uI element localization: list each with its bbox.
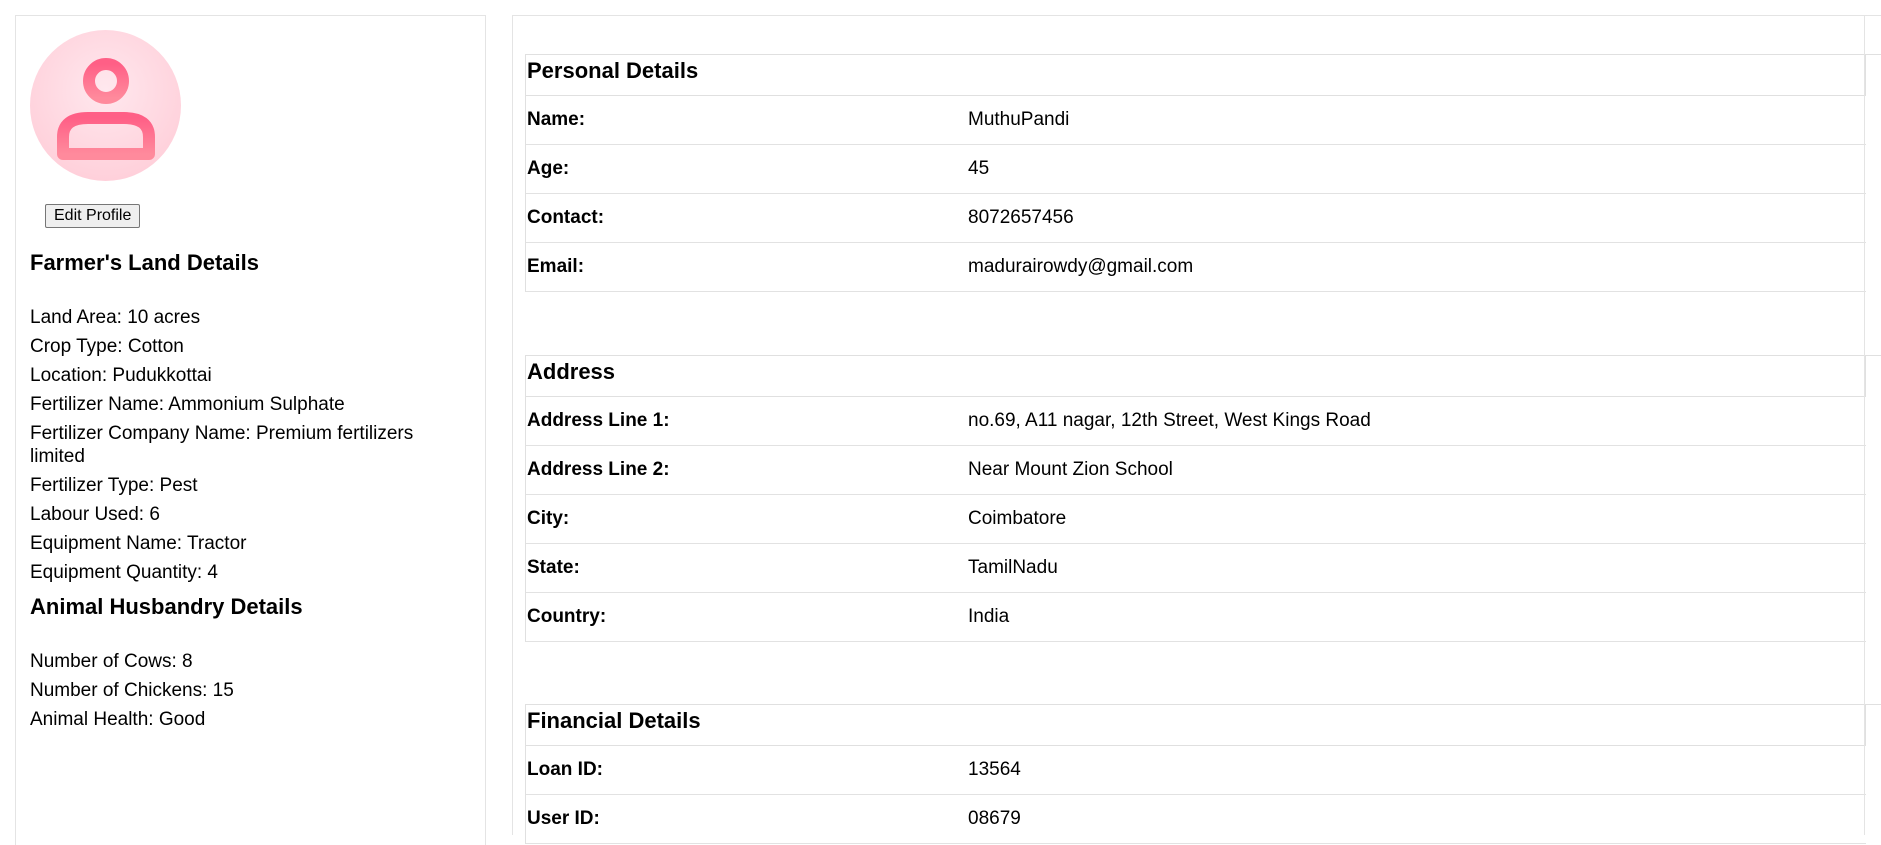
table-row: User ID: 08679: [526, 795, 1866, 844]
section-title: Address: [527, 359, 616, 384]
address-header: Address: [526, 356, 1866, 397]
land-detail-item: Land Area: 10 acres: [30, 307, 201, 328]
personal-details-section: Personal Details Name: MuthuPandi Age: 4…: [525, 54, 1881, 292]
land-detail-item: Fertilizer Company Name: Premium fertili…: [30, 423, 414, 467]
financial-details-section: Financial Details Loan ID: 13564 User ID…: [525, 704, 1881, 844]
animal-detail-item: Number of Cows: 8: [30, 651, 193, 672]
field-value: MuthuPandi: [968, 109, 1070, 130]
animal-detail-item: Animal Health: Good: [30, 709, 206, 730]
field-value: Near Mount Zion School: [968, 459, 1173, 480]
panel-divider: [1864, 15, 1865, 835]
details-panel: Personal Details Name: MuthuPandi Age: 4…: [512, 15, 1881, 844]
field-label: Country:: [527, 606, 607, 627]
field-label: State:: [527, 557, 580, 578]
table-row: Address Line 2: Near Mount Zion School: [526, 446, 1866, 495]
land-detail-item: Fertilizer Type: Pest: [30, 475, 198, 496]
land-details-heading: Farmer's Land Details: [30, 250, 259, 275]
field-value: 8072657456: [968, 207, 1074, 228]
personal-details-header: Personal Details: [526, 55, 1866, 96]
field-label: Address Line 2:: [527, 459, 670, 480]
field-label: City:: [527, 508, 570, 529]
field-label: Contact:: [527, 207, 605, 228]
land-detail-item: Equipment Name: Tractor: [30, 533, 247, 554]
section-title: Financial Details: [527, 708, 701, 733]
field-label: Address Line 1:: [527, 410, 670, 431]
table-row: State: TamilNadu: [526, 544, 1866, 593]
edit-profile-button[interactable]: Edit Profile: [45, 204, 141, 228]
field-label: Name:: [527, 109, 586, 130]
land-detail-item: Labour Used: 6: [30, 504, 160, 525]
field-value: 08679: [968, 808, 1021, 829]
field-value: India: [968, 606, 1010, 627]
table-row: Loan ID: 13564: [526, 746, 1866, 795]
user-icon: [57, 58, 155, 160]
table-row: Address Line 1: no.69, A11 nagar, 12th S…: [526, 397, 1866, 446]
avatar: [30, 30, 181, 181]
table-row: Contact: 8072657456: [526, 194, 1866, 243]
section-title: Personal Details: [527, 58, 699, 83]
land-detail-item: Location: Pudukkottai: [30, 365, 212, 386]
field-value: 13564: [968, 759, 1021, 780]
field-label: Loan ID:: [527, 759, 603, 780]
field-label: User ID:: [527, 808, 600, 829]
field-value: no.69, A11 nagar, 12th Street, West King…: [968, 410, 1371, 431]
land-detail-item: Equipment Quantity: 4: [30, 562, 218, 583]
field-value: madurairowdy@gmail.com: [968, 256, 1194, 277]
table-row: Email: madurairowdy@gmail.com: [526, 243, 1866, 292]
table-row: Age: 45: [526, 145, 1866, 194]
financial-details-header: Financial Details: [526, 705, 1866, 746]
animal-details-heading: Animal Husbandry Details: [30, 594, 303, 619]
field-value: 45: [968, 158, 990, 179]
table-row: Name: MuthuPandi: [526, 96, 1866, 145]
field-value: TamilNadu: [968, 557, 1058, 578]
table-row: Country: India: [526, 593, 1866, 642]
field-label: Age:: [527, 158, 570, 179]
table-row: City: Coimbatore: [526, 495, 1866, 544]
land-details-list: Land Area: 10 acres Crop Type: Cotton Lo…: [30, 306, 471, 584]
address-section: Address Address Line 1: no.69, A11 nagar…: [525, 355, 1881, 642]
land-detail-item: Crop Type: Cotton: [30, 336, 184, 357]
animal-details-list: Number of Cows: 8 Number of Chickens: 15…: [30, 650, 471, 731]
land-detail-item: Fertilizer Name: Ammonium Sulphate: [30, 394, 345, 415]
animal-detail-item: Number of Chickens: 15: [30, 680, 234, 701]
field-value: Coimbatore: [968, 508, 1067, 529]
field-label: Email:: [527, 256, 585, 277]
profile-sidebar: Edit Profile Farmer's Land Details Land …: [15, 15, 486, 845]
